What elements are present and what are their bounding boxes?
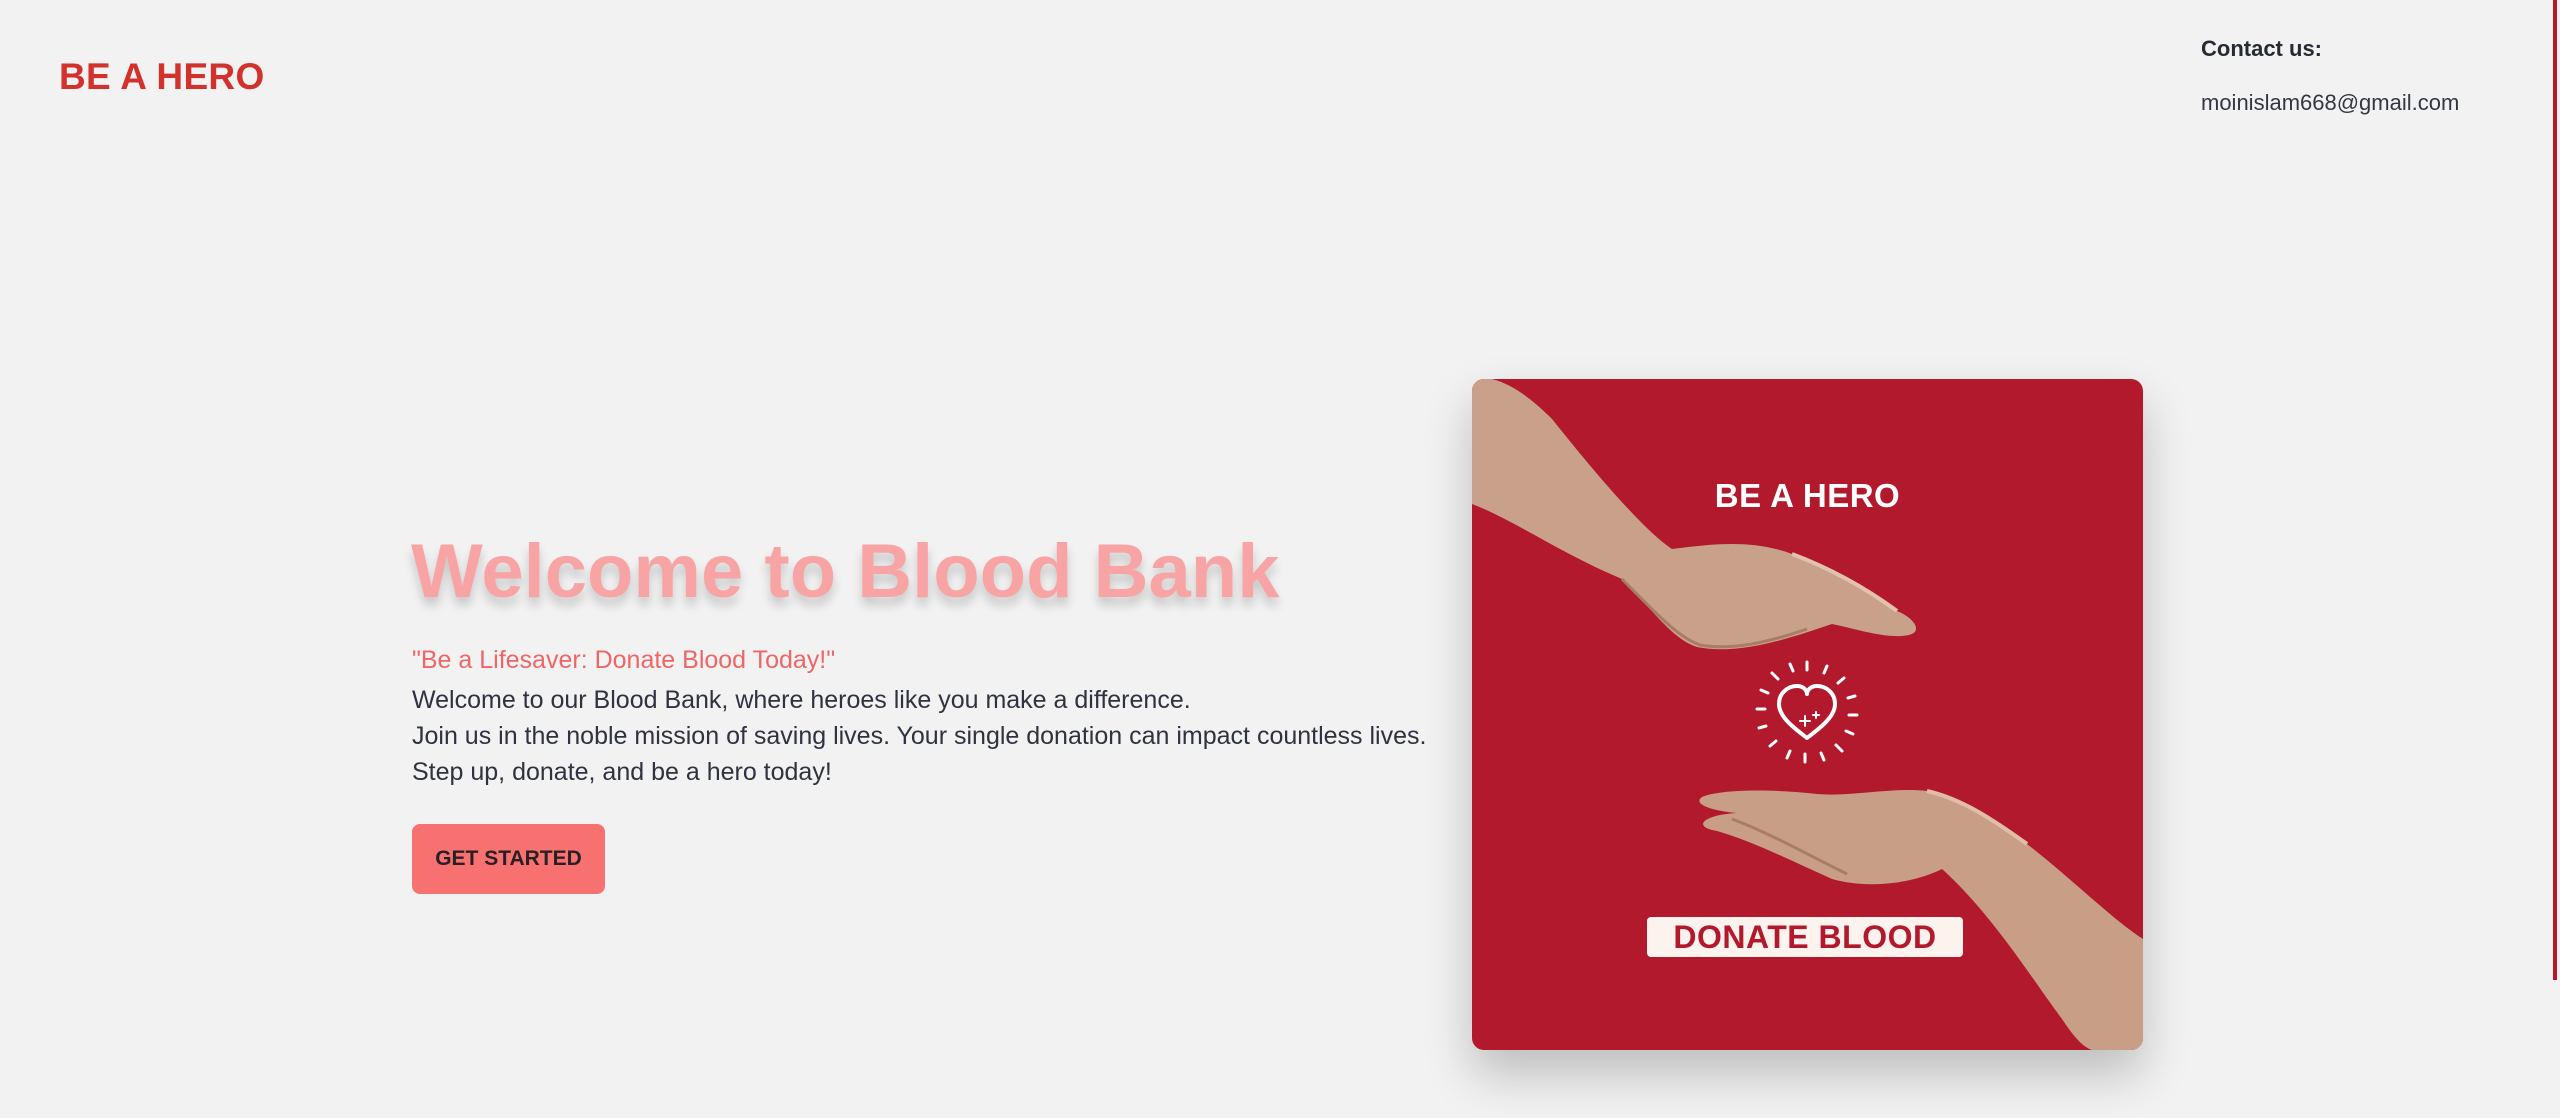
hero-description-line: Welcome to our Blood Bank, where heroes … <box>412 686 1191 714</box>
get-started-button[interactable]: GET STARTED <box>412 824 605 894</box>
brand-logo[interactable]: BE A HERO <box>59 56 265 98</box>
heart-icon <box>1755 660 1859 764</box>
poster-title: BE A HERO <box>1714 477 1901 514</box>
page: BE A HERO Contact us: moinislam668@gmail… <box>0 0 2560 1118</box>
contact-block: Contact us: moinislam668@gmail.com <box>2201 36 2459 116</box>
contact-email[interactable]: moinislam668@gmail.com <box>2201 90 2459 116</box>
hero-description-line: Step up, donate, and be a hero today! <box>412 758 832 786</box>
hero-title: Welcome to Blood Bank <box>411 529 1280 614</box>
contact-title: Contact us: <box>2201 36 2322 61</box>
donation-poster: BE A HERO DONATE BLOOD <box>1472 379 2143 1050</box>
scrollbar[interactable] <box>2553 0 2557 980</box>
hero-description: Welcome to our Blood Bank, where heroes … <box>412 682 1426 790</box>
hero-tagline: "Be a Lifesaver: Donate Blood Today!" <box>412 646 836 674</box>
hero-description-line: Join us in the noble mission of saving l… <box>412 722 1427 750</box>
donate-blood-label: DONATE BLOOD <box>1647 917 1963 957</box>
